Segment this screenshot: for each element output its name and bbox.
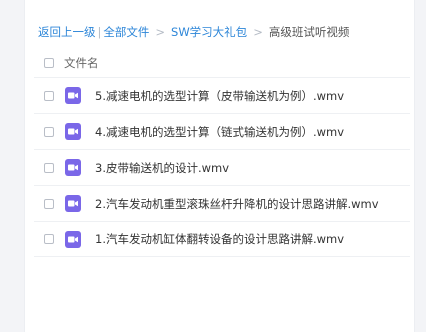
current-folder: 高级班试听视频 — [268, 25, 350, 39]
breadcrumb-pipe: | — [97, 25, 102, 39]
video-file-icon — [65, 123, 81, 140]
row-checkbox[interactable] — [44, 126, 54, 137]
row-checkbox[interactable] — [44, 162, 54, 173]
file-list-header: 文件名 — [34, 51, 410, 75]
all-files-link[interactable]: 全部文件 — [103, 25, 149, 39]
video-file-icon — [65, 87, 81, 104]
back-link[interactable]: 返回上一级 — [38, 25, 96, 39]
row-checkbox[interactable] — [44, 198, 54, 209]
breadcrumb-separator: > — [155, 25, 166, 39]
folder-link[interactable]: SW学习大礼包 — [171, 25, 247, 39]
file-row[interactable]: 5.减速电机的选型计算（皮带输送机为例）.wmv — [34, 77, 410, 113]
video-file-icon — [65, 230, 81, 248]
file-name[interactable]: 4.减速电机的选型计算（链式输送机为例）.wmv — [95, 124, 344, 140]
column-filename[interactable]: 文件名 — [64, 55, 99, 71]
video-file-icon — [65, 195, 81, 212]
right-scrollbar-track[interactable] — [414, 0, 426, 332]
breadcrumb-separator: > — [253, 25, 263, 39]
video-file-icon — [65, 159, 81, 176]
breadcrumb: 返回上一级 | 全部文件 > SW学习大礼包 > 高级班试听视频 — [38, 24, 349, 40]
file-row[interactable]: 2.汽车发动机重型滚珠丝杆升降机的设计思路讲解.wmv — [34, 185, 410, 221]
row-checkbox[interactable] — [44, 90, 54, 101]
file-row[interactable]: 1.汽车发动机缸体翻转设备的设计思路讲解.wmv — [34, 221, 410, 257]
row-checkbox[interactable] — [44, 234, 54, 244]
file-name[interactable]: 5.减速电机的选型计算（皮带输送机为例）.wmv — [95, 88, 344, 104]
left-panel-edge — [0, 0, 25, 332]
file-row[interactable]: 3.皮带输送机的设计.wmv — [34, 149, 410, 185]
file-name[interactable]: 3.皮带输送机的设计.wmv — [95, 160, 229, 176]
file-name[interactable]: 2.汽车发动机重型滚珠丝杆升降机的设计思路讲解.wmv — [95, 196, 379, 212]
select-all-checkbox[interactable] — [44, 58, 54, 68]
file-row[interactable]: 4.减速电机的选型计算（链式输送机为例）.wmv — [34, 113, 410, 149]
file-name[interactable]: 1.汽车发动机缸体翻转设备的设计思路讲解.wmv — [95, 231, 344, 247]
